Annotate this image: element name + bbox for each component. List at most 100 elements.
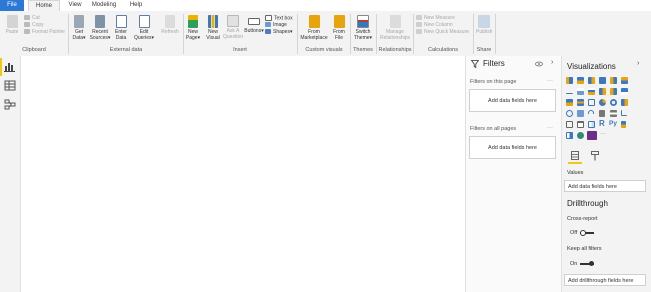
shapes-button[interactable]: Shapes▾: [265, 29, 293, 36]
edit-queries-button[interactable]: Edit Queries▾: [133, 15, 155, 41]
collapse-visualizations-chevron-icon[interactable]: ›: [637, 60, 639, 67]
new-measure-button[interactable]: New Measure: [416, 15, 469, 22]
filters-page-more-icon[interactable]: ···: [547, 78, 553, 84]
r-script-icon[interactable]: R: [599, 119, 605, 128]
waterfall-chart-icon[interactable]: [566, 99, 573, 106]
paste-button[interactable]: Paste: [3, 15, 21, 35]
format-painter-button[interactable]: Format Painter: [24, 29, 65, 36]
cross-report-toggle[interactable]: [580, 229, 596, 237]
from-marketplace-button[interactable]: From Marketplace: [300, 15, 328, 41]
menu-help[interactable]: Help: [126, 0, 146, 11]
column-icon: [416, 22, 422, 28]
eye-icon[interactable]: [535, 61, 543, 67]
text-box-button[interactable]: Text box: [265, 15, 293, 22]
new-page-button[interactable]: New Page▾: [185, 15, 201, 41]
table-visual-icon[interactable]: [577, 121, 584, 128]
matrix-icon[interactable]: [588, 121, 595, 128]
pie-chart-icon[interactable]: [599, 99, 606, 106]
ribbon-chart-icon[interactable]: [621, 88, 628, 95]
100-stacked-column-chart-icon[interactable]: [621, 77, 628, 84]
stacked-area-chart-icon[interactable]: [588, 88, 595, 95]
menu-view[interactable]: View: [64, 0, 86, 11]
kpi-icon[interactable]: [621, 110, 627, 116]
publish-button[interactable]: Publish: [476, 15, 492, 35]
enter-data-button[interactable]: Enter Data: [113, 15, 129, 41]
share-group-label: Share: [476, 47, 492, 53]
recent-sources-icon: [95, 15, 105, 28]
model-view-icon[interactable]: [4, 99, 16, 110]
card-icon[interactable]: [599, 110, 605, 117]
new-column-button[interactable]: New Column: [416, 22, 469, 29]
stacked-bar-chart-icon[interactable]: [566, 77, 573, 84]
arcgis-map-icon[interactable]: [577, 132, 584, 139]
multi-row-card-icon[interactable]: [610, 110, 617, 117]
switch-theme-button[interactable]: Switch Theme▾: [352, 15, 374, 41]
marketplace-icon: [308, 15, 320, 28]
calculations-small-buttons: New Measure New Column New Quick Measure: [416, 15, 469, 36]
fields-tab-icon[interactable]: [571, 151, 579, 160]
external-data-group-label: External data: [109, 47, 143, 53]
toggle-knob: [580, 230, 586, 236]
treemap-icon[interactable]: [621, 99, 628, 106]
keep-filters-toggle[interactable]: [580, 260, 596, 268]
funnel-icon[interactable]: [577, 99, 584, 106]
area-chart-icon[interactable]: [577, 88, 584, 95]
refresh-button[interactable]: Refresh: [159, 15, 181, 35]
python-visual-icon[interactable]: Py: [609, 120, 617, 127]
power-apps-icon[interactable]: [587, 131, 597, 140]
gauge-icon[interactable]: [588, 110, 594, 114]
divider: [495, 14, 496, 54]
speech-bubble-icon: [227, 15, 239, 27]
cross-report-label: Cross-report: [567, 216, 598, 222]
donut-chart-icon[interactable]: [610, 99, 617, 106]
report-view-icon[interactable]: [4, 61, 16, 72]
filters-all-well[interactable]: Add data fields here: [469, 136, 556, 159]
filters-on-all-pages-label: Filters on all pages: [470, 126, 517, 132]
file-visual-icon: [333, 15, 345, 28]
buttons-button[interactable]: Buttons▾: [244, 15, 264, 34]
ask-question-button[interactable]: Ask A Question: [223, 15, 243, 40]
filters-on-this-page-label: Filters on this page: [470, 79, 517, 85]
100-stacked-bar-chart-icon[interactable]: [610, 77, 617, 84]
recent-sources-button[interactable]: Recent Sources▾: [89, 15, 111, 41]
values-well[interactable]: Add data fields here: [564, 180, 646, 192]
report-canvas[interactable]: [21, 56, 465, 292]
new-quick-measure-button[interactable]: New Quick Measure: [416, 29, 469, 36]
line-and-column-chart-icon[interactable]: [599, 88, 606, 95]
filled-map-icon[interactable]: [577, 110, 584, 117]
manage-relationships-button[interactable]: Manage Relationships: [378, 15, 412, 41]
menu-home[interactable]: Home: [28, 0, 60, 11]
values-label: Values: [567, 170, 584, 176]
relationships-icon: [389, 15, 401, 28]
stacked-column-chart-icon[interactable]: [577, 77, 584, 84]
filters-all-more-icon[interactable]: ···: [547, 125, 553, 131]
menu-file[interactable]: File: [0, 0, 24, 11]
map-icon[interactable]: [566, 110, 573, 117]
insert-small-buttons: Text box Image Shapes▾: [265, 15, 293, 36]
clustered-bar-chart-icon[interactable]: [588, 77, 595, 84]
clustered-column-chart-icon[interactable]: [599, 77, 606, 84]
drillthrough-well[interactable]: Add drillthrough fields here: [564, 274, 646, 286]
copy-button[interactable]: Copy: [24, 22, 65, 29]
scatter-chart-icon[interactable]: [588, 99, 595, 106]
text-box-icon: [265, 15, 272, 21]
visualizations-title: Visualizations: [567, 62, 616, 71]
get-data-button[interactable]: Get Data▾: [71, 15, 87, 41]
key-influencers-icon[interactable]: [621, 121, 626, 128]
paint-roller-icon[interactable]: [591, 151, 599, 161]
cut-button[interactable]: Cut: [24, 15, 65, 22]
from-file-button[interactable]: From File: [330, 15, 348, 41]
collapse-filters-chevron-icon[interactable]: ›: [551, 59, 553, 66]
menu-modeling[interactable]: Modeling: [90, 0, 118, 11]
image-button[interactable]: Image: [265, 22, 293, 29]
line-and-stacked-column-chart-icon[interactable]: [610, 88, 617, 95]
quick-measure-icon: [416, 29, 422, 35]
switch-theme-label: Theme▾: [353, 35, 373, 41]
decomposition-tree-icon[interactable]: [566, 132, 573, 139]
new-visual-button[interactable]: New Visual: [204, 15, 222, 41]
data-view-icon[interactable]: [4, 80, 16, 91]
slicer-icon[interactable]: [566, 121, 573, 128]
line-chart-icon[interactable]: [566, 88, 573, 94]
more-visuals-icon[interactable]: ···: [600, 131, 606, 137]
filters-page-well[interactable]: Add data fields here: [469, 89, 556, 112]
